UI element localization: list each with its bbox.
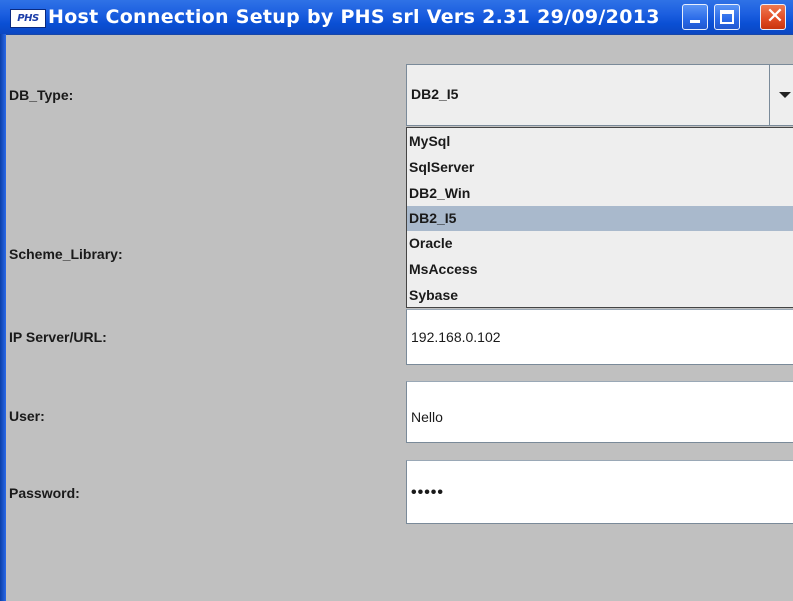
option-msaccess[interactable]: MsAccess bbox=[407, 257, 793, 282]
option-oracle[interactable]: Oracle bbox=[407, 231, 793, 256]
dropdown-arrow-button[interactable] bbox=[769, 65, 793, 125]
window-title: Host Connection Setup by PHS srl Vers 2.… bbox=[48, 6, 660, 28]
option-sqlserver[interactable]: SqlServer bbox=[407, 155, 793, 180]
user-label: User: bbox=[9, 408, 45, 424]
scheme-library-label: Scheme_Library: bbox=[9, 246, 123, 262]
maximize-icon bbox=[720, 10, 734, 24]
option-db2-win[interactable]: DB2_Win bbox=[407, 181, 793, 206]
window-frame-left bbox=[0, 34, 6, 601]
password-value: ••••• bbox=[411, 484, 445, 501]
minimize-button[interactable] bbox=[682, 4, 708, 30]
title-bar[interactable]: PHS Host Connection Setup by PHS srl Ver… bbox=[0, 0, 793, 35]
ip-server-label: IP Server/URL: bbox=[9, 329, 107, 345]
ip-server-value: 192.168.0.102 bbox=[411, 329, 501, 345]
maximize-button[interactable] bbox=[714, 4, 740, 30]
user-value: Nello bbox=[411, 409, 443, 425]
close-icon: ✕ bbox=[765, 4, 785, 29]
option-mysql[interactable]: MySql bbox=[407, 129, 793, 154]
close-button[interactable]: ✕ bbox=[760, 4, 786, 30]
db-type-combobox[interactable]: DB2_I5 bbox=[406, 64, 793, 126]
minimize-icon bbox=[690, 20, 700, 23]
db-type-dropdown-list[interactable]: MySql SqlServer DB2_Win DB2_I5 Oracle Ms… bbox=[406, 127, 793, 308]
ip-server-input[interactable]: 192.168.0.102 bbox=[406, 309, 793, 365]
option-sybase[interactable]: Sybase bbox=[407, 283, 793, 308]
db-type-label: DB_Type: bbox=[9, 87, 74, 103]
user-input[interactable]: Nello bbox=[406, 381, 793, 443]
password-label: Password: bbox=[9, 485, 80, 501]
chevron-down-icon bbox=[779, 92, 791, 98]
option-db2-i5[interactable]: DB2_I5 bbox=[407, 206, 793, 231]
password-input[interactable]: ••••• bbox=[406, 460, 793, 524]
db-type-selected-value: DB2_I5 bbox=[411, 86, 459, 102]
app-icon: PHS bbox=[10, 9, 46, 28]
